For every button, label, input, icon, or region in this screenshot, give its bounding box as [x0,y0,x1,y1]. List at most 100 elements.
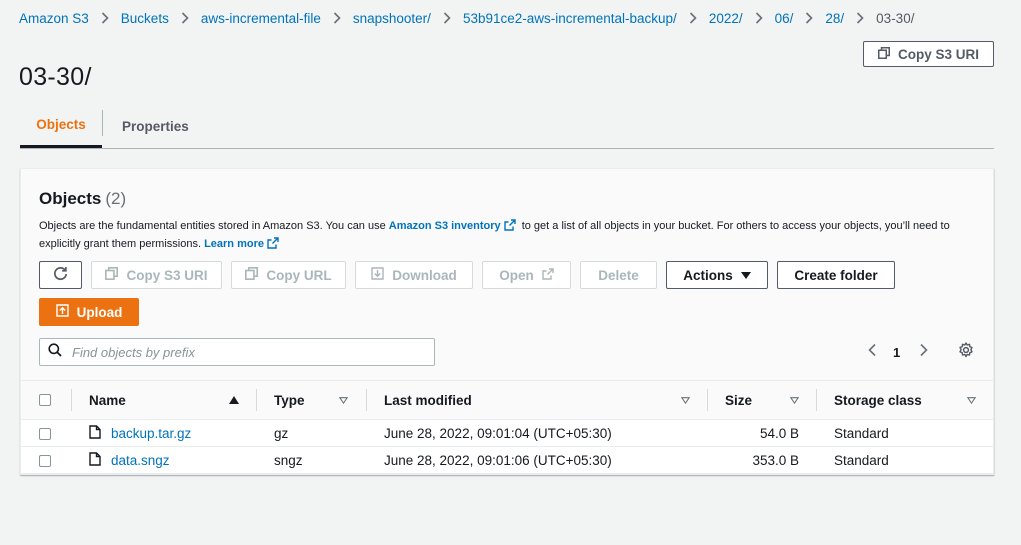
caret-down-icon [740,268,751,283]
external-link-icon [542,267,554,283]
table-settings-button[interactable] [957,339,975,365]
inventory-link[interactable]: Amazon S3 inventory [389,220,501,232]
external-link-icon [267,237,279,249]
external-link-icon [503,219,516,231]
column-divider [71,389,72,411]
breadcrumb-folder-snapshooter[interactable]: snapshooter/ [353,11,431,26]
upload-label: Upload [76,304,123,320]
chevron-right-icon [443,12,451,24]
breadcrumb: Amazon S3 Buckets aws-incremental-file s… [19,9,914,27]
breadcrumb-bucket[interactable]: aws-incremental-file [201,11,321,26]
size-cell: 353.0 B [752,453,799,468]
breadcrumb-folder-year[interactable]: 2022/ [709,11,743,26]
copy-s3-uri-toolbar-label: Copy S3 URI [126,267,208,283]
chevron-right-icon [856,12,864,24]
refresh-icon [53,266,68,284]
object-link[interactable]: backup.tar.gz [111,426,191,441]
column-header-name[interactable]: Name [89,381,126,419]
copy-icon [245,267,259,283]
object-link[interactable]: data.sngz [111,453,170,468]
sort-ascending-icon[interactable] [228,393,240,407]
chevron-left-icon [866,343,880,362]
copy-icon [105,267,119,283]
storage-class-cell: Standard [834,453,889,468]
open-button[interactable]: Open [482,261,571,289]
search-icon [48,342,62,362]
upload-icon [55,304,69,320]
chevron-right-icon [181,12,189,24]
column-divider [816,389,817,411]
table-row[interactable]: backup.tar.gz gz June 28, 2022, 09:01:04… [21,420,993,447]
breadcrumb-current: 03-30/ [876,10,915,26]
chevron-right-icon [689,12,697,24]
tab-bar: Objects Properties [20,104,994,149]
column-divider [256,389,257,411]
objects-description: Objects are the fundamental entities sto… [39,217,969,253]
table-row[interactable]: data.sngz sngz June 28, 2022, 09:01:06 (… [21,447,993,474]
create-folder-label: Create folder [794,267,878,283]
column-header-storage-class[interactable]: Storage class [834,381,922,419]
copy-url-button[interactable]: Copy URL [231,261,346,289]
sort-icon[interactable] [337,393,349,407]
select-all-checkbox[interactable] [39,394,51,406]
search-box [39,338,435,366]
sort-icon[interactable] [788,393,800,407]
upload-button[interactable]: Upload [39,298,139,326]
breadcrumb-folder-day[interactable]: 28/ [825,11,844,26]
copy-icon [877,46,890,62]
page-title: 03-30/ [19,62,92,91]
copy-s3-uri-button[interactable]: Copy S3 URI [863,41,994,67]
search-input[interactable] [70,343,410,361]
next-page-button[interactable] [915,339,931,365]
description-text-1: Objects are the fundamental entities sto… [39,220,389,232]
tab-divider [102,110,103,136]
column-header-type[interactable]: Type [274,381,305,419]
page-number[interactable]: 1 [893,339,900,365]
breadcrumb-folder-backup[interactable]: 53b91ce2-aws-incremental-backup/ [463,11,677,26]
type-cell: sngz [274,453,303,468]
chevron-right-icon [101,12,109,24]
learn-more-link[interactable]: Learn more [204,238,264,250]
actions-dropdown[interactable]: Actions [666,261,768,289]
copy-s3-uri-label: Copy S3 URI [897,46,979,62]
chevron-right-icon [755,12,763,24]
previous-page-button[interactable] [865,339,881,365]
sort-icon[interactable] [679,393,691,407]
objects-header: Objects (2) [39,189,126,209]
row-select-cell [39,420,51,447]
row-select-cell [39,447,51,474]
chevron-right-icon [333,12,341,24]
create-folder-button[interactable]: Create folder [777,261,895,289]
tab-properties[interactable]: Properties [122,104,189,148]
breadcrumb-folder-month[interactable]: 06/ [775,11,794,26]
column-header-last-modified[interactable]: Last modified [384,381,472,419]
objects-title: Objects [39,189,102,208]
storage-class-cell: Standard [834,426,889,441]
copy-s3-uri-toolbar-button[interactable]: Copy S3 URI [91,261,222,289]
column-header-size[interactable]: Size [725,381,752,419]
refresh-button[interactable] [39,261,82,289]
breadcrumb-buckets[interactable]: Buckets [121,11,169,26]
row-checkbox[interactable] [39,454,51,467]
row-checkbox[interactable] [39,427,51,440]
download-label: Download [392,267,457,283]
select-all-cell [39,381,51,419]
gear-icon [958,341,974,363]
download-icon [371,267,384,283]
name-cell: backup.tar.gz [89,420,191,447]
column-divider [366,389,367,411]
download-button[interactable]: Download [355,261,473,289]
table-header: Name Type Last modified Size Storage cla… [21,380,993,420]
breadcrumb-amazon-s3[interactable]: Amazon S3 [19,11,89,26]
objects-panel: Objects (2) Objects are the fundamental e… [20,168,994,475]
column-divider [707,389,708,411]
file-icon [89,452,101,469]
delete-button[interactable]: Delete [580,261,657,289]
actions-label: Actions [683,267,733,283]
copy-url-label: Copy URL [266,267,332,283]
sort-icon[interactable] [965,393,977,407]
tab-objects[interactable]: Objects [20,104,102,148]
name-cell: data.sngz [89,447,170,474]
open-label: Open [499,267,534,283]
last-modified-cell: June 28, 2022, 09:01:04 (UTC+05:30) [384,426,612,441]
